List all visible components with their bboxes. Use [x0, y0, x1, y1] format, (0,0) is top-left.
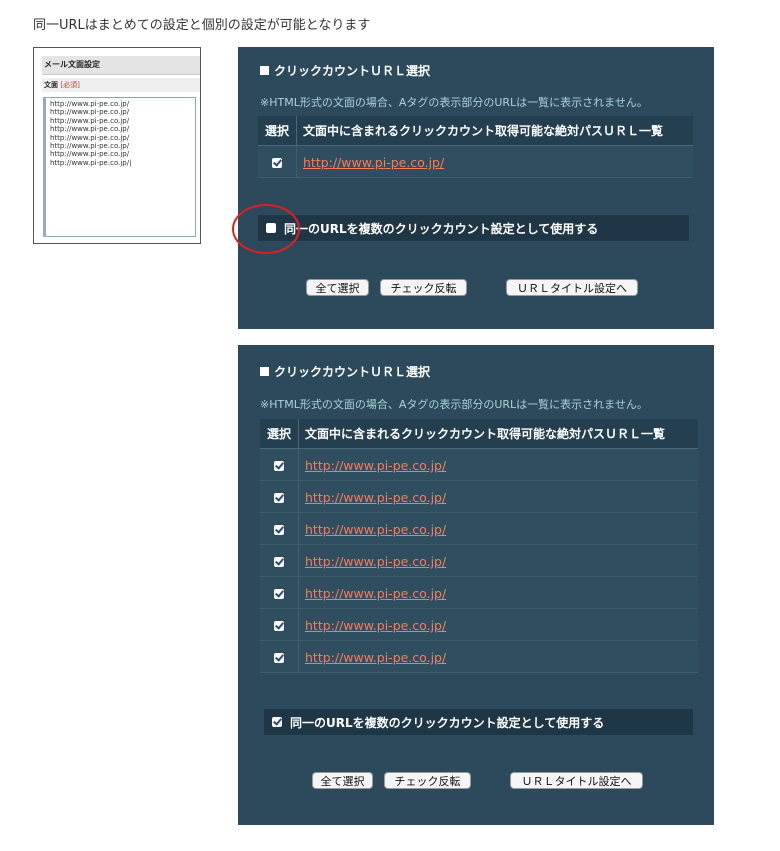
textarea-line: http://www.pi-pe.co.jp/ [50, 150, 130, 159]
url-table: 選択 文面中に含まれるクリックカウント取得可能な絶対パスＵＲＬ一覧 http:/… [258, 116, 693, 178]
url-link[interactable]: http://www.pi-pe.co.jp/ [305, 490, 446, 505]
same-url-label: 同一のURLを複数のクリックカウント設定として使用する [284, 221, 599, 236]
url-select-panel-single: クリックカウントＵＲＬ選択 ※HTML形式の文面の場合、Aタグの表示部分のURL… [238, 47, 714, 329]
url-link[interactable]: http://www.pi-pe.co.jp/ [303, 155, 444, 170]
square-bullet-icon [260, 367, 269, 376]
table-row: http://www.pi-pe.co.jp/ [260, 577, 698, 609]
url-link[interactable]: http://www.pi-pe.co.jp/ [305, 650, 446, 665]
textarea-line: http://www.pi-pe.co.jp/ [50, 133, 130, 142]
url-link[interactable]: http://www.pi-pe.co.jp/ [305, 554, 446, 569]
url-link[interactable]: http://www.pi-pe.co.jp/ [305, 458, 446, 473]
table-row: http://www.pi-pe.co.jp/ [260, 513, 698, 545]
table-row: http://www.pi-pe.co.jp/ [260, 609, 698, 641]
col-url-header: 文面中に含まれるクリックカウント取得可能な絶対パスＵＲＬ一覧 [297, 116, 693, 146]
textarea-line: http://www.pi-pe.co.jp/ [50, 142, 130, 151]
select-cell [258, 146, 297, 178]
url-link[interactable]: http://www.pi-pe.co.jp/ [305, 522, 446, 537]
table-row: http://www.pi-pe.co.jp/ [260, 449, 698, 481]
textarea-line: http://www.pi-pe.co.jp/ [50, 125, 130, 134]
row-checkbox[interactable] [274, 620, 284, 631]
table-row: http://www.pi-pe.co.jp/ [260, 545, 698, 577]
same-url-option[interactable]: 同一のURLを複数のクリックカウント設定として使用する [258, 215, 689, 241]
url-select-panel-multiple: クリックカウントＵＲＬ選択 ※HTML形式の文面の場合、Aタグの表示部分のURL… [238, 345, 714, 825]
textarea-line: http://www.pi-pe.co.jp/ [50, 116, 130, 125]
row-checkbox[interactable] [274, 556, 284, 567]
col-url-header: 文面中に含まれるクリックカウント取得可能な絶対パスＵＲＬ一覧 [299, 419, 698, 449]
row-checkbox[interactable] [274, 652, 284, 663]
body-label-text: 文面 [44, 81, 58, 89]
body-field-label: 文面 [必須] [42, 78, 200, 92]
panel-title-text: クリックカウントＵＲＬ選択 [274, 365, 431, 379]
url-cell: http://www.pi-pe.co.jp/ [299, 449, 698, 481]
url-link[interactable]: http://www.pi-pe.co.jp/ [305, 586, 446, 601]
table-row: http://www.pi-pe.co.jp/ [260, 481, 698, 513]
url-cell: http://www.pi-pe.co.jp/ [299, 641, 698, 673]
same-url-checkbox[interactable] [272, 717, 282, 727]
url-cell: http://www.pi-pe.co.jp/ [299, 577, 698, 609]
url-cell: http://www.pi-pe.co.jp/ [299, 513, 698, 545]
select-cell [260, 449, 299, 481]
table-header-row: 選択 文面中に含まれるクリックカウント取得可能な絶対パスＵＲＬ一覧 [260, 419, 698, 449]
select-cell [260, 481, 299, 513]
url-cell: http://www.pi-pe.co.jp/ [297, 146, 693, 178]
select-cell [260, 609, 299, 641]
html-note: ※HTML形式の文面の場合、Aタグの表示部分のURLは一覧に表示されません。 [260, 96, 648, 109]
required-badge: [必須] [60, 81, 80, 89]
row-checkbox[interactable] [272, 157, 282, 168]
url-link[interactable]: http://www.pi-pe.co.jp/ [305, 618, 446, 633]
url-cell: http://www.pi-pe.co.jp/ [299, 545, 698, 577]
col-select-header: 選択 [260, 419, 299, 449]
select-cell [260, 641, 299, 673]
mail-panel-title: メール文面設定 [42, 56, 200, 75]
textarea-line: http://www.pi-pe.co.jp/ [50, 100, 130, 108]
table-row: http://www.pi-pe.co.jp/ [258, 146, 693, 178]
highlight-circle [232, 204, 300, 254]
square-bullet-icon [260, 66, 269, 75]
panel-title: クリックカウントＵＲＬ選択 [260, 62, 430, 79]
page-heading: 同一URLはまとめての設定と個別の設定が可能となります [33, 18, 371, 33]
invert-check-button[interactable]: チェック反転 [384, 772, 471, 789]
url-table: 選択 文面中に含まれるクリックカウント取得可能な絶対パスＵＲＬ一覧 http:/… [260, 419, 698, 673]
textarea-line: http://www.pi-pe.co.jp/ [50, 108, 130, 117]
row-checkbox[interactable] [274, 492, 284, 503]
table-header-row: 選択 文面中に含まれるクリックカウント取得可能な絶対パスＵＲＬ一覧 [258, 116, 693, 146]
select-cell [260, 577, 299, 609]
row-checkbox[interactable] [274, 588, 284, 599]
panel-title-text: クリックカウントＵＲＬ選択 [274, 64, 431, 78]
url-title-settings-button[interactable]: ＵＲＬタイトル設定へ [510, 772, 643, 789]
table-row: http://www.pi-pe.co.jp/ [260, 641, 698, 673]
col-select-header: 選択 [258, 116, 297, 146]
html-note: ※HTML形式の文面の場合、Aタグの表示部分のURLは一覧に表示されません。 [260, 398, 648, 411]
panel-title: クリックカウントＵＲＬ選択 [260, 363, 430, 380]
url-cell: http://www.pi-pe.co.jp/ [299, 609, 698, 641]
row-checkbox[interactable] [274, 524, 284, 535]
invert-check-button[interactable]: チェック反転 [380, 279, 467, 296]
same-url-option[interactable]: 同一のURLを複数のクリックカウント設定として使用する [264, 709, 693, 735]
select-all-button[interactable]: 全て選択 [312, 772, 373, 789]
select-all-button[interactable]: 全て選択 [306, 279, 369, 296]
url-cell: http://www.pi-pe.co.jp/ [299, 481, 698, 513]
select-cell [260, 513, 299, 545]
row-checkbox[interactable] [274, 460, 284, 471]
select-cell [260, 545, 299, 577]
same-url-label: 同一のURLを複数のクリックカウント設定として使用する [290, 715, 605, 730]
mail-body-textarea[interactable]: http://www.pi-pe.co.jp/http://www.pi-pe.… [43, 97, 196, 237]
mail-body-panel: メール文面設定 文面 [必須] http://www.pi-pe.co.jp/h… [33, 47, 201, 244]
textarea-line: http://www.pi-pe.co.jp/| [50, 158, 132, 167]
url-title-settings-button[interactable]: ＵＲＬタイトル設定へ [506, 279, 638, 296]
